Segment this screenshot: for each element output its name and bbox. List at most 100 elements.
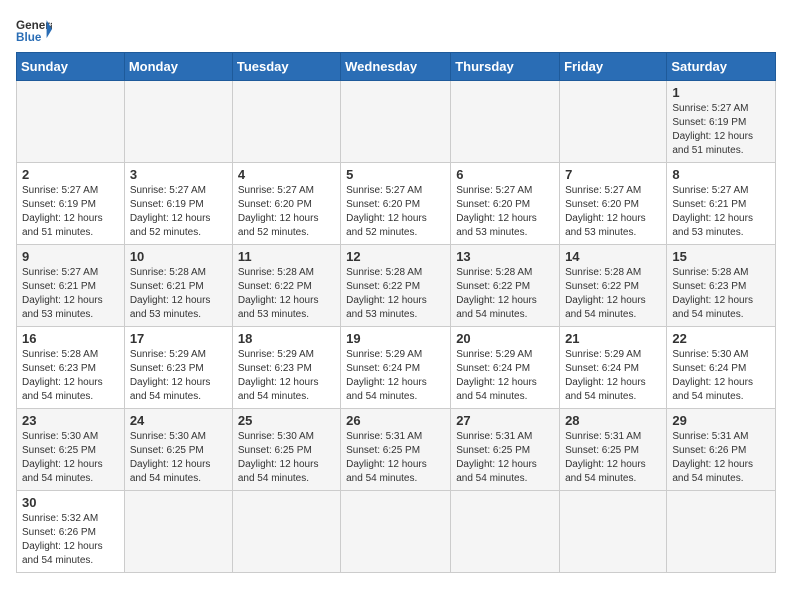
calendar-week-row: 9 Sunrise: 5:27 AMSunset: 6:21 PMDaylight… [17,245,776,327]
header: General Blue [16,16,776,44]
day-number: 8 [672,167,770,182]
svg-text:Blue: Blue [16,31,42,44]
calendar-cell: 22 Sunrise: 5:30 AMSunset: 6:24 PMDayligh… [667,327,776,409]
day-info: Sunrise: 5:28 AMSunset: 6:22 PMDaylight:… [565,266,661,322]
day-number: 25 [238,413,335,428]
day-number: 26 [346,413,445,428]
day-number: 7 [565,167,661,182]
day-number: 19 [346,331,445,346]
calendar-cell: 16Sunrise: 5:28 AMSunset: 6:23 PMDayligh… [17,327,125,409]
calendar-cell [341,491,451,573]
day-info: Sunrise: 5:27 AMSunset: 6:21 PMDaylight:… [672,184,770,240]
calendar-cell: 19Sunrise: 5:29 AMSunset: 6:24 PMDayligh… [341,327,451,409]
day-number: 6 [456,167,554,182]
calendar-week-row: 2 Sunrise: 5:27 AMSunset: 6:19 PMDaylight… [17,163,776,245]
day-info: Sunrise: 5:27 AMSunset: 6:21 PMDaylight:… [22,266,119,322]
day-info: Sunrise: 5:30 AMSunset: 6:25 PMDaylight:… [130,430,227,486]
header-monday: Monday [124,53,232,81]
day-number: 30 [22,495,119,510]
day-number: 28 [565,413,661,428]
day-info: Sunrise: 5:27 AMSunset: 6:20 PMDaylight:… [346,184,445,240]
calendar-cell: 14Sunrise: 5:28 AMSunset: 6:22 PMDayligh… [560,245,667,327]
day-info: Sunrise: 5:28 AMSunset: 6:22 PMDaylight:… [346,266,445,322]
calendar-cell [232,491,340,573]
day-info: Sunrise: 5:27 AMSunset: 6:19 PMDaylight:… [130,184,227,240]
day-number: 27 [456,413,554,428]
calendar-cell: 27Sunrise: 5:31 AMSunset: 6:25 PMDayligh… [451,409,560,491]
calendar-cell: 9 Sunrise: 5:27 AMSunset: 6:21 PMDaylight… [17,245,125,327]
day-info: Sunrise: 5:29 AMSunset: 6:24 PMDaylight:… [565,348,661,404]
day-info: Sunrise: 5:30 AMSunset: 6:24 PMDaylight:… [672,348,770,404]
calendar-table: SundayMondayTuesdayWednesdayThursdayFrid… [16,52,776,573]
calendar-cell [124,81,232,163]
header-wednesday: Wednesday [341,53,451,81]
day-info: Sunrise: 5:30 AMSunset: 6:25 PMDaylight:… [22,430,119,486]
day-info: Sunrise: 5:29 AMSunset: 6:23 PMDaylight:… [130,348,227,404]
day-number: 9 [22,249,119,264]
logo: General Blue [16,16,52,44]
day-number: 21 [565,331,661,346]
calendar-cell: 11 Sunrise: 5:28 AMSunset: 6:22 PMDayligh… [232,245,340,327]
logo-icon: General Blue [16,16,52,44]
day-info: Sunrise: 5:28 AMSunset: 6:22 PMDaylight:… [456,266,554,322]
calendar-cell: 23Sunrise: 5:30 AMSunset: 6:25 PMDayligh… [17,409,125,491]
calendar-week-row: 16Sunrise: 5:28 AMSunset: 6:23 PMDayligh… [17,327,776,409]
calendar-cell [341,81,451,163]
header-tuesday: Tuesday [232,53,340,81]
day-number: 4 [238,167,335,182]
day-info: Sunrise: 5:28 AMSunset: 6:23 PMDaylight:… [672,266,770,322]
calendar-week-row: 23Sunrise: 5:30 AMSunset: 6:25 PMDayligh… [17,409,776,491]
day-info: Sunrise: 5:30 AMSunset: 6:25 PMDaylight:… [238,430,335,486]
calendar-cell [667,491,776,573]
calendar-week-row: 1 Sunrise: 5:27 AMSunset: 6:19 PMDaylight… [17,81,776,163]
day-number: 2 [22,167,119,182]
day-number: 3 [130,167,227,182]
day-number: 29 [672,413,770,428]
calendar-cell: 15 Sunrise: 5:28 AMSunset: 6:23 PMDayligh… [667,245,776,327]
day-info: Sunrise: 5:27 AMSunset: 6:20 PMDaylight:… [456,184,554,240]
calendar-cell: 3 Sunrise: 5:27 AMSunset: 6:19 PMDaylight… [124,163,232,245]
calendar-cell: 18Sunrise: 5:29 AMSunset: 6:23 PMDayligh… [232,327,340,409]
calendar-cell: 17 Sunrise: 5:29 AMSunset: 6:23 PMDayligh… [124,327,232,409]
day-info: Sunrise: 5:27 AMSunset: 6:20 PMDaylight:… [238,184,335,240]
calendar-cell: 20 Sunrise: 5:29 AMSunset: 6:24 PMDayligh… [451,327,560,409]
day-number: 17 [130,331,227,346]
day-info: Sunrise: 5:32 AMSunset: 6:26 PMDaylight:… [22,512,119,568]
calendar-cell [17,81,125,163]
day-number: 11 [238,249,335,264]
calendar-cell: 30 Sunrise: 5:32 AMSunset: 6:26 PMDayligh… [17,491,125,573]
day-info: Sunrise: 5:27 AMSunset: 6:20 PMDaylight:… [565,184,661,240]
day-info: Sunrise: 5:28 AMSunset: 6:22 PMDaylight:… [238,266,335,322]
day-info: Sunrise: 5:31 AMSunset: 6:25 PMDaylight:… [565,430,661,486]
day-number: 22 [672,331,770,346]
day-info: Sunrise: 5:27 AMSunset: 6:19 PMDaylight:… [672,102,770,158]
day-number: 15 [672,249,770,264]
calendar-cell: 6 Sunrise: 5:27 AMSunset: 6:20 PMDaylight… [451,163,560,245]
day-info: Sunrise: 5:31 AMSunset: 6:26 PMDaylight:… [672,430,770,486]
calendar-cell: 21 Sunrise: 5:29 AMSunset: 6:24 PMDayligh… [560,327,667,409]
day-number: 10 [130,249,227,264]
day-info: Sunrise: 5:27 AMSunset: 6:19 PMDaylight:… [22,184,119,240]
calendar-cell [232,81,340,163]
day-info: Sunrise: 5:28 AMSunset: 6:21 PMDaylight:… [130,266,227,322]
day-number: 20 [456,331,554,346]
calendar-cell: 8 Sunrise: 5:27 AMSunset: 6:21 PMDaylight… [667,163,776,245]
calendar-cell: 24 Sunrise: 5:30 AMSunset: 6:25 PMDayligh… [124,409,232,491]
calendar-cell: 4 Sunrise: 5:27 AMSunset: 6:20 PMDaylight… [232,163,340,245]
calendar-cell: 13Sunrise: 5:28 AMSunset: 6:22 PMDayligh… [451,245,560,327]
day-info: Sunrise: 5:29 AMSunset: 6:24 PMDaylight:… [456,348,554,404]
calendar-week-row: 30 Sunrise: 5:32 AMSunset: 6:26 PMDayligh… [17,491,776,573]
calendar-cell: 28 Sunrise: 5:31 AMSunset: 6:25 PMDayligh… [560,409,667,491]
calendar-header-row: SundayMondayTuesdayWednesdayThursdayFrid… [17,53,776,81]
header-thursday: Thursday [451,53,560,81]
calendar-cell: 29 Sunrise: 5:31 AMSunset: 6:26 PMDayligh… [667,409,776,491]
calendar-cell: 7 Sunrise: 5:27 AMSunset: 6:20 PMDaylight… [560,163,667,245]
calendar-cell: 2 Sunrise: 5:27 AMSunset: 6:19 PMDaylight… [17,163,125,245]
calendar-cell: 26Sunrise: 5:31 AMSunset: 6:25 PMDayligh… [341,409,451,491]
day-number: 1 [672,85,770,100]
calendar-cell [124,491,232,573]
calendar-cell: 12 Sunrise: 5:28 AMSunset: 6:22 PMDayligh… [341,245,451,327]
day-number: 24 [130,413,227,428]
calendar-cell [560,81,667,163]
day-number: 12 [346,249,445,264]
